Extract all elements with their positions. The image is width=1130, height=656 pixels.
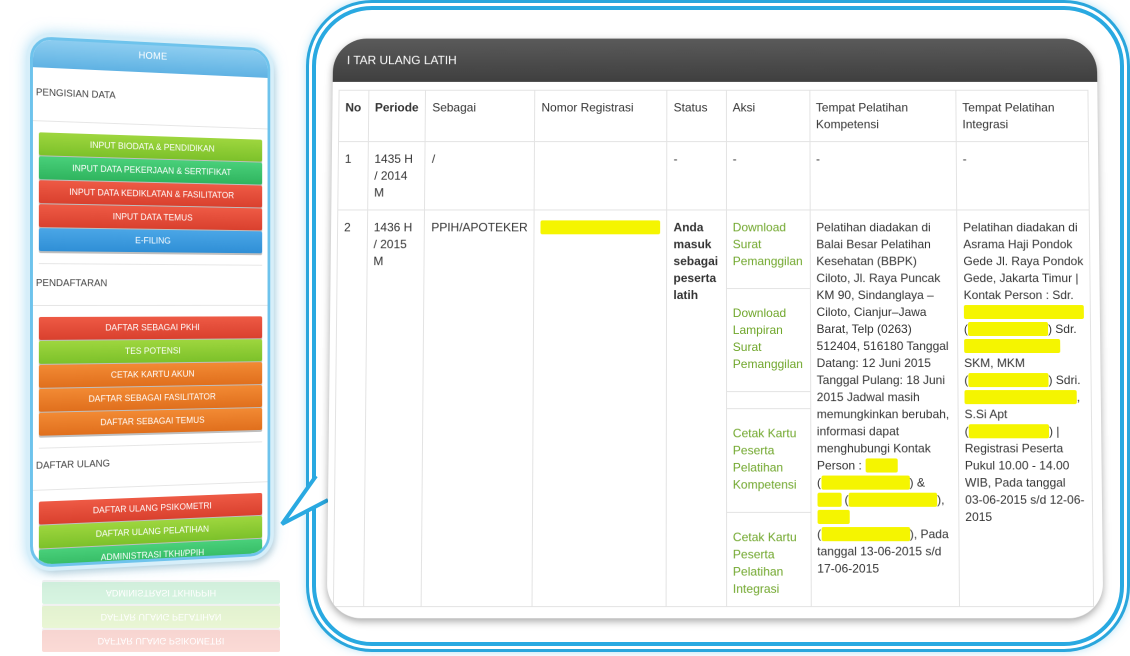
screenshot-stage: HOME PENGISIAN DATA INPUT BIODATA & PEND… [0,0,1130,656]
menu-reflection: DAFTAR ULANG PSIKOMETRI DAFTAR ULANG PEL… [36,568,286,654]
cell-status: - [667,142,726,210]
cetak-kartu-integrasi-link[interactable]: Cetak Kartu Peserta Pelatihan Integrasi [733,529,804,598]
daftar-pkhi-button[interactable]: DAFTAR SEBAGAI PKHI [39,316,262,340]
side-menu-panel: HOME PENGISIAN DATA INPUT BIODATA & PEND… [30,36,270,568]
cell-tempat-kompetensi: - [810,142,957,210]
redacted-phone: XXXXXXXXXXX [849,493,938,507]
redacted-phone: XXXXXXXXXX [968,322,1048,336]
redacted-phone: XXXXXXXXXX [968,373,1048,387]
header-no: No [339,90,369,141]
cell-no: 2 [333,210,367,607]
redacted-contact: XXXXXXXXXXXXXX [964,390,1076,404]
table-header-row: No Periode Sebagai Nomor Registrasi Stat… [339,90,1089,141]
table-row: 1 1435 H / 2014 M / - - - - [338,142,1089,210]
redacted-phone: XXXXXXXXXXX [821,476,910,490]
redacted-phone: XXXXXXXXXX [969,424,1049,438]
cell-nomor-registrasi [534,142,667,210]
cetak-kartu-akun-button[interactable]: CETAK KARTU AKUN [39,362,262,388]
redacted-contact: XXX [817,493,841,507]
redacted-contact: XXXX [817,510,849,524]
redacted-registration-number: XXXXXXXXXXXXXXX [541,220,661,234]
header-sebagai: Sebagai [426,90,536,141]
cell-sebagai: PPIH/APOTEKER [422,210,535,607]
redacted-phone: XXXXXXXXXXX [821,527,910,541]
reflection-administrasi: ADMINISTRASI TKHI/PPIH [42,582,280,604]
ti-text-2: ) Sdr. [1048,322,1077,336]
header-status: Status [667,90,726,141]
registration-table: No Periode Sebagai Nomor Registrasi Stat… [333,90,1094,607]
redacted-contact: XXXX [865,458,897,472]
cell-tempat-kompetensi: Pelatihan diadakan di Balai Besar Pelati… [810,210,960,607]
cell-status: Anda masuk sebagai peserta latih [667,210,727,607]
redacted-contact: XXXXXXXXXXXXXXX [964,305,1084,319]
ti-text-1: Pelatihan diadakan di Asrama Haji Pondok… [963,220,1083,302]
cell-periode: 1436 H / 2015 M [363,210,425,607]
download-lampiran-link[interactable]: Download Lampiran Surat Pemanggilan [733,305,804,373]
header-nomor-registrasi: Nomor Registrasi [535,90,667,141]
status-text: Anda masuk sebagai peserta latih [673,220,718,302]
cetak-kartu-kompetensi-link[interactable]: Cetak Kartu Peserta Pelatihan Kompetensi [733,425,804,493]
header-periode: Periode [368,90,426,141]
tk-text-2: & [917,476,925,490]
input-temus-button[interactable]: INPUT DATA TEMUS [39,204,262,230]
ti-text-3: SKM, MKM [964,356,1025,370]
window-title: I TAR ULANG LATIH [333,39,1098,82]
redacted-contact: XXXXXXXXXXXX [964,339,1060,353]
table-row: 2 1436 H / 2015 M PPIH/APOTEKER XXXXXXXX… [333,210,1093,607]
e-filing-button[interactable]: E-FILING [39,228,262,253]
header-aksi: Aksi [726,90,809,141]
download-surat-pemanggilan-link[interactable]: Download Surat Pemanggilan [733,219,804,270]
cell-periode: 1435 H / 2014 M [367,142,425,210]
cell-no: 1 [338,142,368,210]
cell-aksi: - [726,142,809,210]
ti-text-4: ) Sdri. [1048,373,1080,387]
input-kediklatan-button[interactable]: INPUT DATA KEDIKLATAN & FASILITATOR [39,180,262,207]
tes-potensi-button[interactable]: TES POTENSI [39,339,262,364]
section-title-pengisian-data: PENGISIAN DATA [33,67,268,129]
ti-text-5: , [1077,390,1080,404]
cell-nomor-registrasi: XXXXXXXXXXXXXXX [532,210,667,607]
tk-text-3: ), [937,493,944,507]
cell-aksi: Download Surat Pemanggilan Download Lamp… [726,210,811,607]
cell-tempat-integrasi: - [956,142,1089,210]
tk-text-1: Pelatihan diadakan di Balai Besar Pelati… [816,220,949,472]
cell-sebagai: / [425,142,535,210]
reflection-pelatihan: DAFTAR ULANG PELATIHAN [42,606,280,628]
daftar-ulang-window: I TAR ULANG LATIH No Periode Sebagai Nom… [327,39,1104,619]
header-tempat-kompetensi: Tempat Pelatihan Kompetensi [809,90,956,141]
ti-text-6: S.Si Apt [964,407,1007,421]
ti-text-7: ) | Registrasi Peserta Pukul 10.00 - 14.… [965,424,1085,524]
cell-tempat-integrasi: Pelatihan diadakan di Asrama Haji Pondok… [957,210,1094,607]
header-tempat-integrasi: Tempat Pelatihan Integrasi [956,90,1089,141]
section-title-pendaftaran: PENDAFTARAN [33,264,268,306]
reflection-psikometri: DAFTAR ULANG PSIKOMETRI [42,630,280,652]
